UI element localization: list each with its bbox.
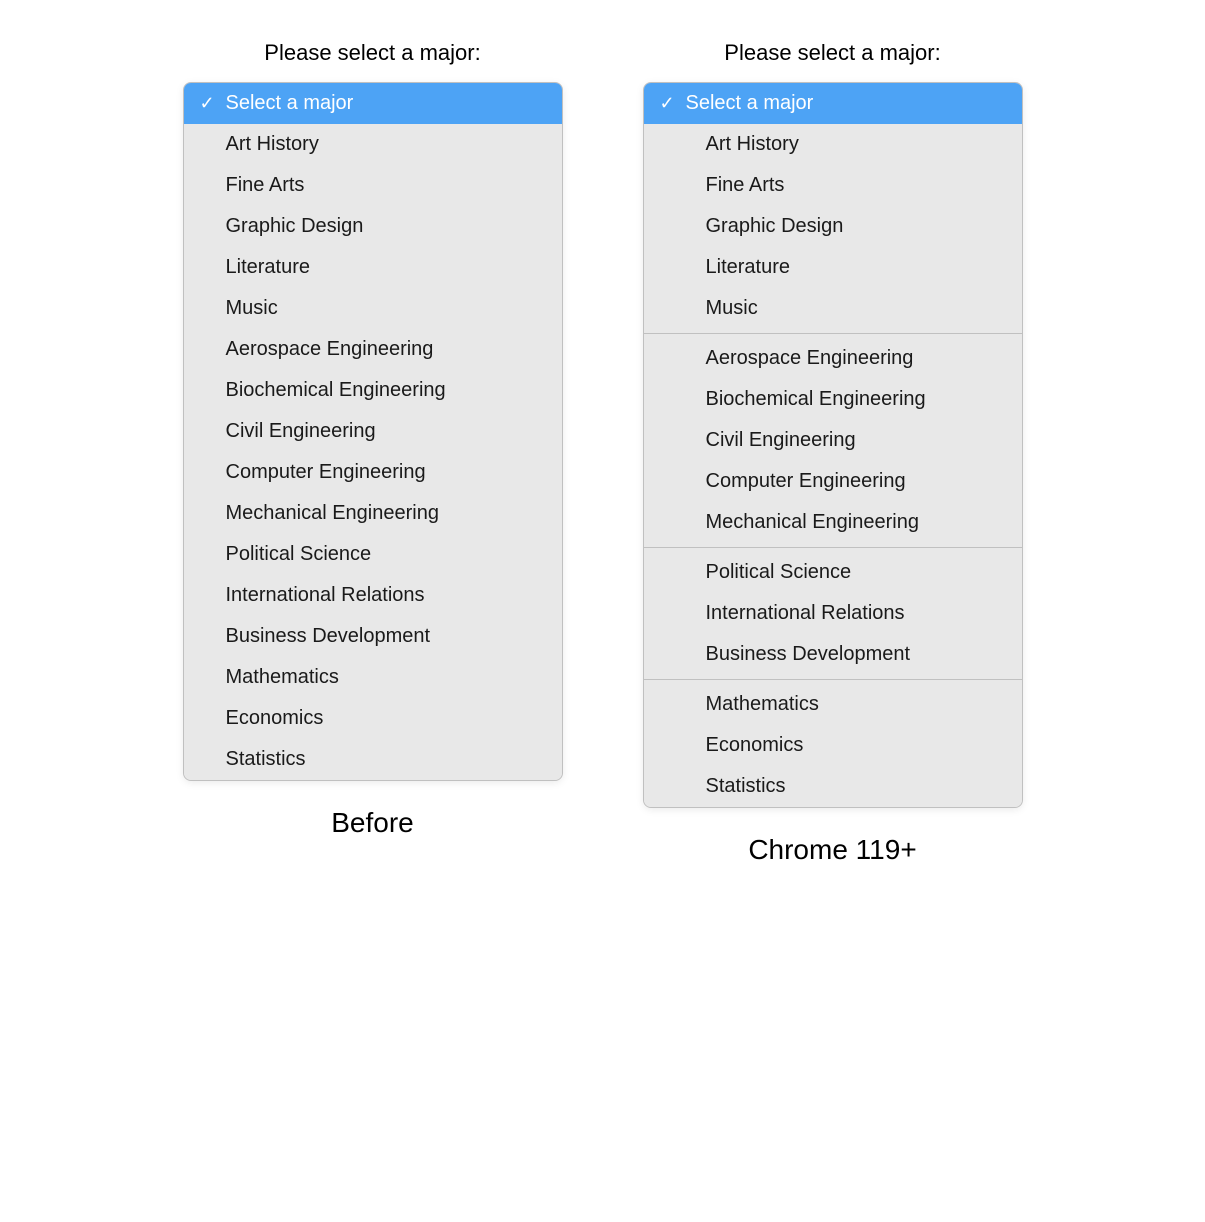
after-option-business-development[interactable]: Business Development — [644, 634, 1022, 675]
after-option-computer-engineering[interactable]: Computer Engineering — [644, 461, 1022, 502]
option-label: Art History — [706, 133, 1006, 156]
after-option-statistics[interactable]: Statistics — [644, 766, 1022, 807]
before-option-literature[interactable]: Literature — [184, 247, 562, 288]
check-icon: ✓ — [200, 93, 220, 114]
option-label: Music — [226, 297, 546, 320]
before-option-art-history[interactable]: Art History — [184, 124, 562, 165]
option-group-divider — [644, 333, 1022, 334]
after-label: Please select a major: — [724, 40, 940, 66]
after-option-mechanical-engineering[interactable]: Mechanical Engineering — [644, 502, 1022, 543]
after-option-civil-engineering[interactable]: Civil Engineering — [644, 420, 1022, 461]
option-label: Graphic Design — [226, 215, 546, 238]
option-label: Select a major — [686, 92, 1006, 115]
before-option-placeholder[interactable]: ✓ Select a major — [184, 83, 562, 124]
option-label: Biochemical Engineering — [226, 379, 546, 402]
option-group-divider — [644, 547, 1022, 548]
after-option-economics[interactable]: Economics — [644, 725, 1022, 766]
option-label: Computer Engineering — [226, 461, 546, 484]
before-option-mechanical-engineering[interactable]: Mechanical Engineering — [184, 493, 562, 534]
after-select-box[interactable]: ✓ Select a major Art History Fine Arts Graph… — [643, 82, 1023, 808]
option-label: Economics — [226, 707, 546, 730]
option-label: Fine Arts — [226, 174, 546, 197]
before-option-business-development[interactable]: Business Development — [184, 616, 562, 657]
after-option-literature[interactable]: Literature — [644, 247, 1022, 288]
after-option-mathematics[interactable]: Mathematics — [644, 684, 1022, 725]
after-option-graphic-design[interactable]: Graphic Design — [644, 206, 1022, 247]
comparison-wrapper: Please select a major: ✓ Select a major Ar… — [20, 40, 1185, 866]
option-label: Mathematics — [706, 693, 1006, 716]
before-option-fine-arts[interactable]: Fine Arts — [184, 165, 562, 206]
option-label: Fine Arts — [706, 174, 1006, 197]
before-option-graphic-design[interactable]: Graphic Design — [184, 206, 562, 247]
after-option-placeholder[interactable]: ✓ Select a major — [644, 83, 1022, 124]
option-label: International Relations — [706, 602, 1006, 625]
option-label: Statistics — [226, 748, 546, 771]
before-option-aerospace-engineering[interactable]: Aerospace Engineering — [184, 329, 562, 370]
option-group-divider — [644, 679, 1022, 680]
before-option-political-science[interactable]: Political Science — [184, 534, 562, 575]
option-label: Graphic Design — [706, 215, 1006, 238]
before-option-computer-engineering[interactable]: Computer Engineering — [184, 452, 562, 493]
option-label: Business Development — [706, 643, 1006, 666]
option-label: Biochemical Engineering — [706, 388, 1006, 411]
option-label: Mechanical Engineering — [226, 502, 546, 525]
after-caption: Chrome 119+ — [748, 834, 916, 866]
option-label: Music — [706, 297, 1006, 320]
after-option-political-science[interactable]: Political Science — [644, 552, 1022, 593]
option-label: International Relations — [226, 584, 546, 607]
option-label: Art History — [226, 133, 546, 156]
before-option-statistics[interactable]: Statistics — [184, 739, 562, 780]
after-option-international-relations[interactable]: International Relations — [644, 593, 1022, 634]
before-option-international-relations[interactable]: International Relations — [184, 575, 562, 616]
option-label: Aerospace Engineering — [226, 338, 546, 361]
after-option-art-history[interactable]: Art History — [644, 124, 1022, 165]
after-option-music[interactable]: Music — [644, 288, 1022, 329]
before-option-biochemical-engineering[interactable]: Biochemical Engineering — [184, 370, 562, 411]
check-icon: ✓ — [660, 93, 680, 114]
after-panel: Please select a major: ✓ Select a major Ar… — [643, 40, 1023, 866]
option-label: Mathematics — [226, 666, 546, 689]
before-option-mathematics[interactable]: Mathematics — [184, 657, 562, 698]
before-option-economics[interactable]: Economics — [184, 698, 562, 739]
option-label: Economics — [706, 734, 1006, 757]
before-caption: Before — [331, 807, 414, 839]
option-label: Civil Engineering — [226, 420, 546, 443]
option-label: Aerospace Engineering — [706, 347, 1006, 370]
before-select-box[interactable]: ✓ Select a major Art History Fine Arts Graph… — [183, 82, 563, 781]
option-label: Political Science — [226, 543, 546, 566]
before-option-music[interactable]: Music — [184, 288, 562, 329]
before-label: Please select a major: — [264, 40, 480, 66]
before-option-civil-engineering[interactable]: Civil Engineering — [184, 411, 562, 452]
after-option-biochemical-engineering[interactable]: Biochemical Engineering — [644, 379, 1022, 420]
option-label: Literature — [226, 256, 546, 279]
option-label: Political Science — [706, 561, 1006, 584]
option-label: Mechanical Engineering — [706, 511, 1006, 534]
after-option-aerospace-engineering[interactable]: Aerospace Engineering — [644, 338, 1022, 379]
option-label: Civil Engineering — [706, 429, 1006, 452]
option-label: Literature — [706, 256, 1006, 279]
option-label: Select a major — [226, 92, 546, 115]
option-label: Business Development — [226, 625, 546, 648]
option-label: Statistics — [706, 775, 1006, 798]
before-panel: Please select a major: ✓ Select a major Ar… — [183, 40, 563, 839]
after-option-fine-arts[interactable]: Fine Arts — [644, 165, 1022, 206]
option-label: Computer Engineering — [706, 470, 1006, 493]
